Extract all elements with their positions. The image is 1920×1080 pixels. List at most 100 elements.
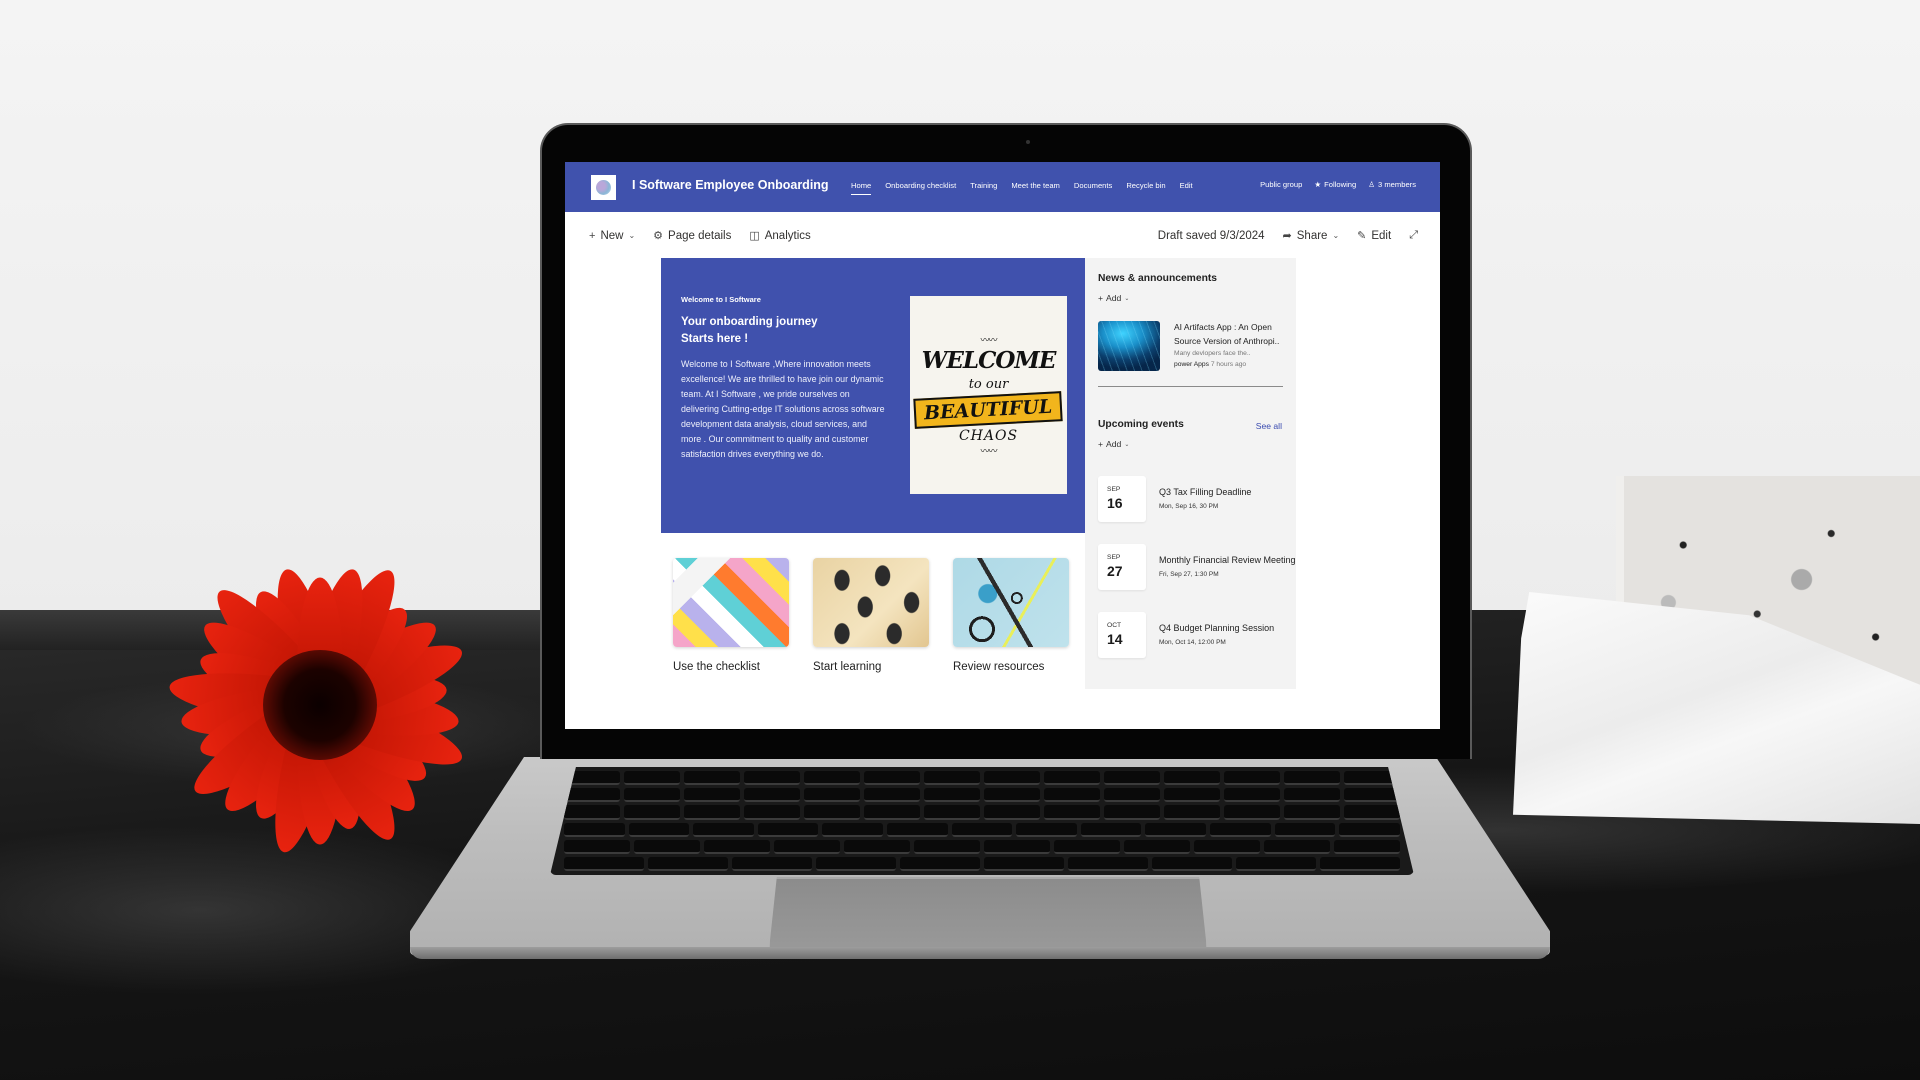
keyboard-key — [564, 788, 620, 803]
quick-link-checklist[interactable]: Use the checklist — [673, 558, 789, 673]
hero-body-text: Welcome to I Software ,Where innovation … — [681, 359, 885, 459]
news-add-button[interactable]: + Add ⌄ — [1098, 293, 1129, 303]
news-author: power Apps — [1174, 361, 1209, 368]
group-privacy-label: Public group — [1260, 180, 1303, 189]
keyboard-key — [1224, 771, 1280, 786]
keyboard-key — [1344, 805, 1400, 820]
chart-icon: ◫ — [749, 230, 760, 242]
flower-center — [263, 650, 377, 760]
laptop-base — [410, 757, 1550, 959]
keyboard-key — [624, 805, 680, 820]
keyboard-row — [564, 856, 1400, 871]
members-label: 3 members — [1378, 180, 1416, 189]
expand-icon: ⤢ — [1409, 229, 1418, 241]
chevron-down-icon: ⌄ — [1124, 441, 1130, 448]
welcome-image-line-2: to our — [968, 376, 1009, 392]
keyboard-key — [924, 771, 980, 786]
keyboard-key — [757, 822, 819, 837]
keyboard-key — [1124, 839, 1190, 854]
site-header: I Software Employee Onboarding Home Onbo… — [565, 162, 1440, 212]
expand-button[interactable]: ⤢ — [1409, 229, 1418, 242]
keyboard-key — [1145, 822, 1207, 837]
keyboard-key — [693, 822, 754, 837]
keyboard-key — [887, 822, 948, 837]
event-day: 14 — [1107, 631, 1123, 647]
news-time: 7 hours ago — [1210, 361, 1247, 368]
edit-button[interactable]: ✎ Edit — [1357, 229, 1392, 243]
quick-links: Use the checklist Start learning Review … — [661, 558, 1085, 708]
share-icon: ➦ — [1282, 230, 1292, 242]
event-item[interactable]: SEP 16 Q3 Tax Filling Deadline Mon, Sep … — [1098, 476, 1298, 523]
pencil-icon: ✎ — [1357, 230, 1367, 242]
members-button[interactable]: ♙ 3 members — [1368, 180, 1416, 189]
squiggle-decoration: 〰〰 — [980, 334, 997, 345]
keyboard-key — [564, 856, 644, 871]
page-details-button[interactable]: ⚙ Page details — [653, 229, 731, 243]
add-label: Add — [1106, 293, 1122, 303]
hero-title-line-1: Your onboarding journey — [681, 316, 818, 328]
site-title[interactable]: I Software Employee Onboarding — [632, 178, 829, 192]
keyboard-key — [1068, 856, 1148, 871]
nav-item-home[interactable]: Home — [851, 181, 872, 195]
nav-item-training[interactable]: Training — [970, 181, 997, 190]
following-button[interactable]: ★ Following — [1314, 180, 1356, 189]
hero-title: Your onboarding journey Starts here ! — [681, 314, 818, 348]
chevron-down-icon: ⌄ — [1124, 295, 1130, 302]
events-add-button[interactable]: + Add ⌄ — [1098, 439, 1129, 449]
keyboard-key — [804, 805, 860, 820]
news-title: AI Artifacts App : An Open Source Versio… — [1174, 322, 1280, 346]
share-label: Share — [1296, 229, 1328, 242]
keyboard-key — [1044, 788, 1100, 803]
event-title: Q3 Tax Filling Deadline — [1159, 487, 1252, 497]
quick-link-resources[interactable]: Review resources — [953, 558, 1069, 673]
edit-label: Edit — [1371, 229, 1392, 242]
webcam — [1026, 140, 1030, 144]
keyboard-key — [1264, 839, 1330, 854]
sticky-notes-image — [673, 558, 789, 647]
keyboard-key — [1016, 822, 1077, 837]
chevron-down-icon: ⌄ — [1332, 231, 1340, 240]
keyboard-key — [628, 822, 690, 837]
keyboard-key — [984, 805, 1040, 820]
new-button[interactable]: + New ⌄ — [589, 229, 635, 242]
keyboard-key — [816, 856, 896, 871]
plus-icon: + — [589, 229, 596, 242]
keyboard-key — [1274, 822, 1336, 837]
keyboard-key — [1344, 788, 1400, 803]
keyboard-row — [564, 822, 1400, 837]
keyboard-key — [744, 805, 800, 820]
nav-item-documents[interactable]: Documents — [1074, 181, 1112, 190]
analytics-button[interactable]: ◫ Analytics — [749, 229, 810, 243]
person-icon: ♙ — [1368, 180, 1376, 189]
quick-link-learning[interactable]: Start learning — [813, 558, 929, 673]
keyboard-key — [1194, 839, 1260, 854]
keyboard-key — [684, 788, 740, 803]
office-supplies-image — [953, 558, 1069, 647]
nav-item-recycle-bin[interactable]: Recycle bin — [1126, 181, 1165, 190]
site-logo[interactable] — [591, 175, 616, 200]
nav-item-meet-the-team[interactable]: Meet the team — [1011, 181, 1060, 190]
news-section-title: News & announcements — [1098, 273, 1218, 284]
keyboard-key — [704, 839, 770, 854]
keyboard-key — [984, 839, 1050, 854]
keyboard-key — [1224, 788, 1280, 803]
keyboard-key — [864, 805, 920, 820]
keyboard-row — [564, 771, 1400, 786]
news-item[interactable]: AI Artifacts App : An Open Source Versio… — [1098, 321, 1286, 371]
event-item[interactable]: OCT 14 Q4 Budget Planning Session Mon, Oct … — [1098, 612, 1298, 659]
right-column: News & announcements + Add ⌄ AI Artifact… — [1085, 258, 1296, 689]
quick-link-label: Use the checklist — [673, 661, 760, 673]
event-title: Q4 Budget Planning Session — [1159, 623, 1275, 633]
nav-item-onboarding-checklist[interactable]: Onboarding checklist — [885, 181, 956, 190]
see-all-events-link[interactable]: See all — [1256, 421, 1282, 431]
site-header-actions: Public group ★ Following ♙ 3 members — [1260, 180, 1416, 189]
keyboard-key — [744, 788, 800, 803]
new-label: New — [600, 229, 624, 242]
event-item[interactable]: SEP 27 Monthly Financial Review Meeting … — [1098, 544, 1298, 591]
quick-link-label: Start learning — [813, 661, 882, 673]
event-month: OCT — [1107, 622, 1122, 629]
share-button[interactable]: ➦ Share ⌄ — [1282, 229, 1340, 243]
keyboard-key — [844, 839, 910, 854]
event-time: Fri, Sep 27, 1:30 PM — [1159, 571, 1219, 578]
nav-item-edit[interactable]: Edit — [1180, 181, 1193, 190]
